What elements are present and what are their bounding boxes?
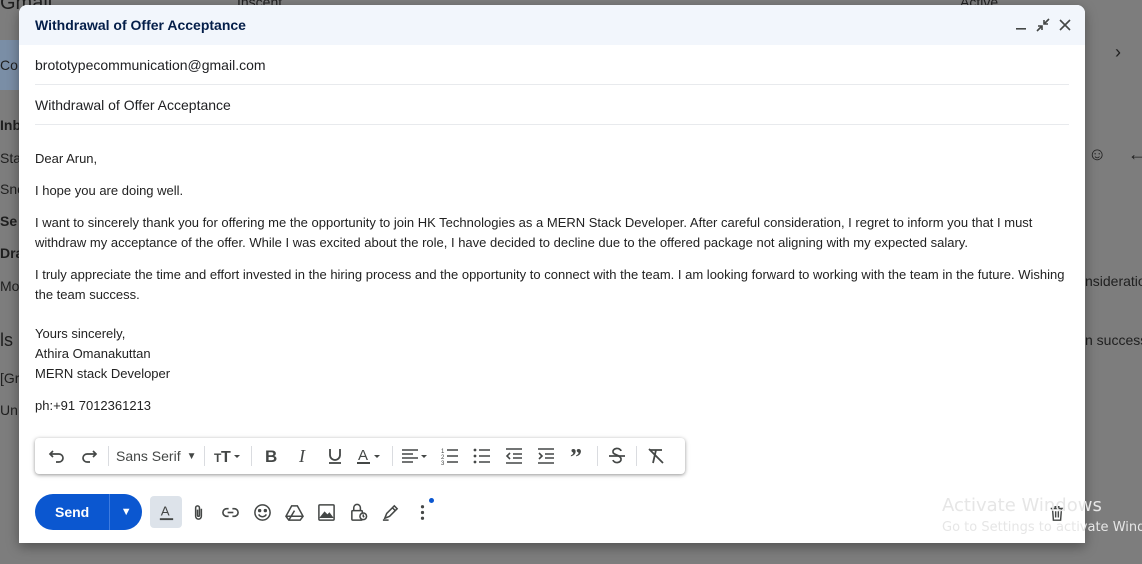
send-button-group: Send ▼ xyxy=(35,494,143,530)
toolbar-divider xyxy=(596,446,598,466)
svg-text:A: A xyxy=(358,447,368,464)
svg-text:I: I xyxy=(298,446,306,466)
google-drive-icon[interactable] xyxy=(278,496,310,528)
watermark-line-2: Go to Settings to activate Windows. xyxy=(942,520,1142,535)
subject-text[interactable]: Withdrawal of Offer Acceptance xyxy=(35,97,231,113)
exit-fullscreen-icon[interactable] xyxy=(1035,15,1051,35)
signature-name: Athira Omanakuttan xyxy=(35,346,151,361)
notification-dot xyxy=(429,498,435,503)
quote-icon[interactable]: ” xyxy=(562,442,594,470)
attach-file-icon[interactable] xyxy=(182,496,214,528)
numbered-list-icon[interactable]: 123 xyxy=(434,442,466,470)
toolbar-divider xyxy=(203,446,205,466)
bg-label-1: [Gr xyxy=(0,370,20,386)
indent-more-icon[interactable] xyxy=(530,442,562,470)
align-icon[interactable] xyxy=(396,442,434,470)
bold-icon[interactable]: B xyxy=(255,442,287,470)
more-options-icon[interactable] xyxy=(406,496,438,528)
svg-text:”: ” xyxy=(570,446,582,466)
subject-field[interactable]: Withdrawal of Offer Acceptance xyxy=(35,85,1069,125)
bg-nav-inbox: Inb xyxy=(0,117,21,133)
bottom-toolbar: Send ▼ A xyxy=(35,494,438,530)
insert-photo-icon[interactable] xyxy=(310,496,342,528)
to-field[interactable]: brototypecommunication@gmail.com xyxy=(35,45,1069,85)
underline-icon[interactable] xyxy=(319,442,351,470)
font-family-select[interactable]: Sans Serif ▼ xyxy=(112,442,201,470)
signature-phone: ph:+91 7012361213 xyxy=(35,398,152,413)
font-family-value: Sans Serif xyxy=(116,448,181,464)
greeting: Dear Arun, xyxy=(35,151,98,166)
text-size-icon[interactable]: TT xyxy=(208,442,248,470)
bg-label-2: Un xyxy=(0,402,18,418)
send-button[interactable]: Send xyxy=(35,494,109,530)
caret-down-icon: ▼ xyxy=(186,450,197,462)
toolbar-divider xyxy=(635,446,637,466)
redo-icon[interactable] xyxy=(73,442,105,470)
text-color-icon[interactable]: A xyxy=(351,442,389,470)
reply-arrow-icon: ← xyxy=(1128,144,1142,164)
bg-nav-starred: Sta xyxy=(0,150,22,166)
bg-snippet-1: nsideration xyxy=(1085,273,1142,289)
insert-emoji-icon[interactable] xyxy=(246,496,278,528)
signature-pen-icon[interactable] xyxy=(374,496,406,528)
body-paragraph-3: I truly appreciate the time and effort i… xyxy=(35,267,1065,302)
compose-window: Withdrawal of Offer Acceptance brototype… xyxy=(19,5,1085,543)
insert-link-icon[interactable] xyxy=(214,496,246,528)
svg-text:A: A xyxy=(161,503,170,518)
confidential-mode-icon[interactable] xyxy=(342,496,374,528)
bg-nav-sent: Se xyxy=(0,213,18,229)
watermark-line-1: Activate Windows xyxy=(942,495,1102,516)
svg-text:T: T xyxy=(221,449,231,466)
svg-text:3: 3 xyxy=(441,461,445,466)
bg-nav-compose: Co xyxy=(0,57,18,73)
undo-icon[interactable] xyxy=(41,442,73,470)
schedule-send-dropdown-icon[interactable]: ▼ xyxy=(109,494,142,530)
toolbar-divider xyxy=(391,446,393,466)
toolbar-divider xyxy=(108,446,109,466)
close-icon[interactable] xyxy=(1057,15,1073,35)
activate-windows-watermark: Activate Windows Go to Settings to activ… xyxy=(942,495,1142,535)
italic-icon[interactable]: I xyxy=(287,442,319,470)
signature-role: MERN stack Developer xyxy=(35,366,171,381)
bg-nav-more: Mo xyxy=(0,278,20,294)
bg-labels-heading: ls xyxy=(0,330,13,350)
bg-snippet-2: n success. xyxy=(1085,332,1142,348)
toolbar-divider xyxy=(250,446,252,466)
emoji-icon: ☺ xyxy=(1088,144,1107,164)
recipient-email[interactable]: brototypecommunication@gmail.com xyxy=(35,57,266,73)
compose-title: Withdrawal of Offer Acceptance xyxy=(35,17,246,33)
compose-header[interactable]: Withdrawal of Offer Acceptance xyxy=(19,5,1085,45)
message-body[interactable]: Dear Arun, I hope you are doing well. I … xyxy=(19,125,1085,416)
remove-formatting-icon[interactable] xyxy=(640,442,672,470)
minimize-icon[interactable] xyxy=(1013,15,1029,35)
bulleted-list-icon[interactable] xyxy=(466,442,498,470)
strikethrough-icon[interactable] xyxy=(601,442,633,470)
chevron-right-icon: › xyxy=(1115,42,1121,62)
body-paragraph-2: I want to sincerely thank you for offeri… xyxy=(35,215,1033,250)
closing: Yours sincerely, xyxy=(35,326,126,341)
body-paragraph-1: I hope you are doing well. xyxy=(35,183,184,198)
formatting-toolbar: Sans Serif ▼ TT B I A 123 ” xyxy=(35,438,685,474)
indent-less-icon[interactable] xyxy=(498,442,530,470)
formatting-options-icon[interactable]: A xyxy=(150,496,183,528)
svg-text:B: B xyxy=(265,447,277,466)
